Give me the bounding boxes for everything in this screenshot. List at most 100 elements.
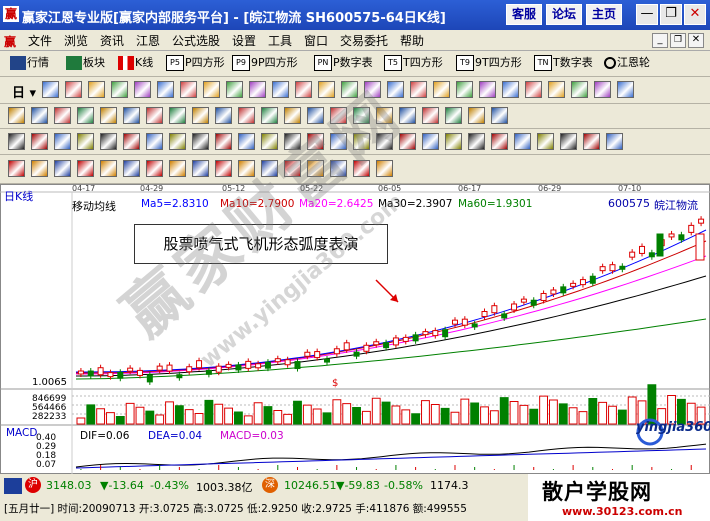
mdi-restore-button[interactable]: ❐ [670,33,686,48]
drawing-tool-8-icon[interactable] [169,133,186,150]
gann-date-tool-21-icon[interactable] [468,107,485,124]
service-button[interactable]: 客服 [506,4,542,25]
analysis-tool-2-icon[interactable] [31,160,48,177]
drawing-tool-27-icon[interactable] [606,133,623,150]
menu-formula[interactable]: 公式选股 [172,32,220,49]
gann-date-tool-7-icon[interactable] [146,107,163,124]
chart-tool-21-icon[interactable] [502,81,519,98]
drawing-tool-5-icon[interactable] [100,133,117,150]
gann-date-tool-2-icon[interactable] [31,107,48,124]
forum-button[interactable]: 论坛 [546,4,582,25]
gann-date-tool-1-icon[interactable] [8,107,25,124]
gann-date-tool-8-icon[interactable] [169,107,186,124]
gann-date-tool-9-icon[interactable] [192,107,209,124]
9p-square-tool[interactable]: P9 9P四方形 [232,54,298,72]
chart-tool-5-icon[interactable] [134,81,151,98]
volume-bar [322,412,332,425]
menu-file[interactable]: 文件 [28,32,52,49]
drawing-tool-26-icon[interactable] [583,133,600,150]
mdi-minimize-button[interactable]: _ [652,33,668,48]
drawing-tool-19-icon[interactable] [422,133,439,150]
chart-tool-11-icon[interactable] [272,81,289,98]
chart-tool-18-icon[interactable] [433,81,450,98]
menu-help[interactable]: 帮助 [400,32,424,49]
gann-date-tool-22-icon[interactable] [491,107,508,124]
menu-settings[interactable]: 设置 [232,32,256,49]
9t-square-tool[interactable]: T9 9T四方形 [456,54,522,72]
drawing-tool-9-icon[interactable] [192,133,209,150]
drawing-tool-21-icon[interactable] [468,133,485,150]
chart-tool-19-icon[interactable] [456,81,473,98]
home-button[interactable]: 主页 [586,4,622,25]
gann-wheel-tool[interactable]: 江恩轮 [604,54,650,72]
drawing-tool-6-icon[interactable] [123,133,140,150]
drawing-tool-22-icon[interactable] [491,133,508,150]
chart-tool-7-icon[interactable] [180,81,197,98]
gann-date-tool-6-icon[interactable] [123,107,140,124]
drawing-tool-4-icon[interactable] [77,133,94,150]
drawing-tool-11-icon[interactable] [238,133,255,150]
menu-info[interactable]: 资讯 [100,32,124,49]
gann-date-tool-10-icon[interactable] [215,107,232,124]
chart-tool-12-icon[interactable] [295,81,312,98]
drawing-tool-1-icon[interactable] [8,133,25,150]
chart-tool-24-icon[interactable] [571,81,588,98]
chart-tool-17-icon[interactable] [410,81,427,98]
chart-tool-22-icon[interactable] [525,81,542,98]
drawing-tool-23-icon[interactable] [514,133,531,150]
analysis-tool-8-icon[interactable] [169,160,186,177]
gann-date-tool-19-icon[interactable] [422,107,439,124]
kline-tool[interactable]: K线 [118,54,153,72]
chart-tool-25-icon[interactable] [594,81,611,98]
gann-date-tool-12-icon[interactable] [261,107,278,124]
drawing-tool-25-icon[interactable] [560,133,577,150]
restore-button[interactable]: ❐ [660,4,682,25]
chart-tool-4-icon[interactable] [111,81,128,98]
chart-tool-2-icon[interactable] [65,81,82,98]
analysis-tool-4-icon[interactable] [77,160,94,177]
menu-window[interactable]: 窗口 [304,32,328,49]
t-square-tool[interactable]: T5 T四方形 [384,54,443,72]
minimize-button[interactable]: — [636,4,658,25]
drawing-tool-20-icon[interactable] [445,133,462,150]
analysis-tool-1-icon[interactable] [8,160,25,177]
mdi-close-button[interactable]: ✕ [688,33,704,48]
chart-tool-1-icon[interactable] [42,81,59,98]
analysis-tool-6-icon[interactable] [123,160,140,177]
p-square-tool[interactable]: P5 P四方形 [166,54,225,72]
chart-tool-23-icon[interactable] [548,81,565,98]
analysis-tool-5-icon[interactable] [100,160,117,177]
analysis-tool-3-icon[interactable] [54,160,71,177]
chart-tool-10-icon[interactable] [249,81,266,98]
gann-date-tool-11-icon[interactable] [238,107,255,124]
sector-tool[interactable]: 板块 [66,54,105,72]
close-button[interactable]: ✕ [684,4,706,25]
t-number-tool[interactable]: TN T数字表 [534,54,593,72]
chart-tool-9-icon[interactable] [226,81,243,98]
drawing-tool-24-icon[interactable] [537,133,554,150]
drawing-tool-10-icon[interactable] [215,133,232,150]
period-selector[interactable]: 日 ▾ [12,82,36,101]
chart-tool-16-icon[interactable] [387,81,404,98]
gann-date-tool-3-icon[interactable] [54,107,71,124]
drawing-tool-7-icon[interactable] [146,133,163,150]
drawing-tool-2-icon[interactable] [31,133,48,150]
gann-date-tool-20-icon[interactable] [445,107,462,124]
chart-tool-3-icon[interactable] [88,81,105,98]
analysis-tool-7-icon[interactable] [146,160,163,177]
gann-date-tool-4-icon[interactable] [77,107,94,124]
menu-browse[interactable]: 浏览 [64,32,88,49]
chart-tool-20-icon[interactable] [479,81,496,98]
chart-tool-26-icon[interactable] [617,81,634,98]
menu-trade[interactable]: 交易委托 [340,32,388,49]
quote-tool[interactable]: 行情 [10,54,49,72]
chart-area[interactable]: 04-17 04-29 05-12 05-22 06-05 06-17 06-29 07-10… [0,76,710,474]
chart-tool-8-icon[interactable] [203,81,220,98]
grid-icon[interactable] [4,478,22,494]
drawing-tool-3-icon[interactable] [54,133,71,150]
menu-tools[interactable]: 工具 [268,32,292,49]
chart-tool-6-icon[interactable] [157,81,174,98]
menu-gann[interactable]: 江恩 [136,32,160,49]
analysis-tool-9-icon[interactable] [192,160,209,177]
gann-date-tool-5-icon[interactable] [100,107,117,124]
